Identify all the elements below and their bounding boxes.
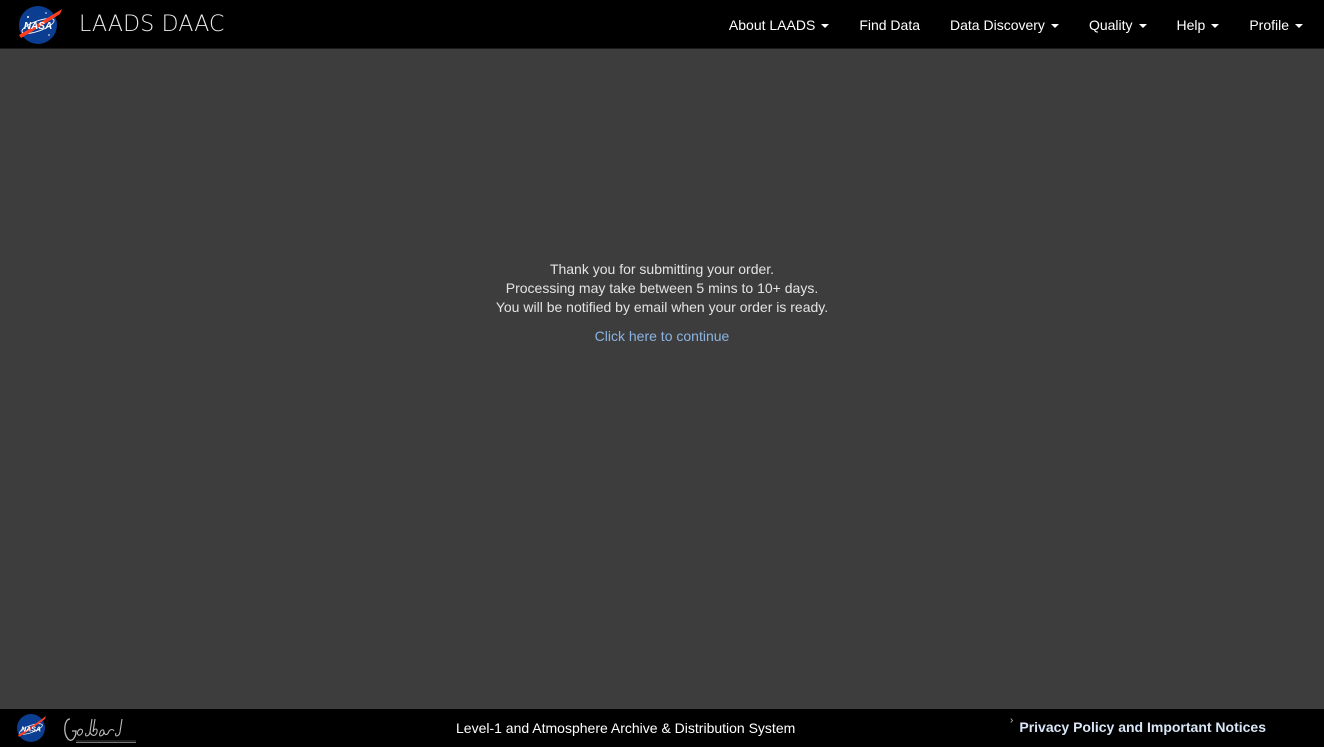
nav-help[interactable]: Help — [1162, 0, 1235, 49]
main-content: Thank you for submitting your order. Pro… — [0, 49, 1324, 709]
nav-data-discovery[interactable]: Data Discovery — [935, 0, 1074, 49]
message-line: Thank you for submitting your order. — [549, 261, 775, 277]
chevron-right-icon: › — [1010, 715, 1014, 726]
svg-text:NASA: NASA — [24, 21, 52, 32]
caret-down-icon — [1138, 23, 1147, 28]
nav-label: About LAADS — [728, 16, 816, 33]
nasa-meatball-icon[interactable]: NASA — [16, 713, 46, 743]
main-nav: About LAADS Find Data Data Discovery Qua… — [714, 0, 1318, 49]
nav-label: Profile — [1249, 16, 1289, 33]
nav-quality[interactable]: Quality — [1074, 0, 1162, 49]
message-line: You will be notified by email when your … — [495, 299, 829, 315]
privacy-policy-link[interactable]: Privacy Policy and Important Notices — [1019, 709, 1266, 745]
caret-down-icon — [1211, 23, 1220, 28]
message-line: Processing may take between 5 mins to 10… — [505, 280, 819, 296]
svg-text:NASA: NASA — [21, 727, 41, 734]
caret-down-icon — [821, 23, 830, 28]
footer-links: › Privacy Policy and Important Notices — [1010, 709, 1266, 745]
order-confirmation-message: Thank you for submitting your order. Pro… — [0, 260, 1324, 346]
caret-down-icon — [1050, 23, 1059, 28]
page-footer: NASA Level-1 and Atmosphere Archive & Di… — [0, 709, 1324, 747]
caret-down-icon — [1295, 23, 1303, 28]
top-navbar: NASA LAADS DAAC About LAADS Find Data Da… — [0, 0, 1324, 49]
continue-link[interactable]: Click here to continue — [595, 327, 730, 346]
nasa-meatball-icon: NASA — [19, 6, 62, 44]
footer-system-name: Level-1 and Atmosphere Archive & Distrib… — [456, 720, 796, 736]
nav-find-data[interactable]: Find Data — [844, 0, 935, 49]
nav-label: Help — [1176, 16, 1206, 33]
nav-profile[interactable]: Profile — [1234, 0, 1318, 49]
nav-about-laads[interactable]: About LAADS — [714, 0, 844, 49]
goddard-logo-icon[interactable] — [62, 713, 140, 745]
nav-label: Find Data — [859, 16, 921, 33]
brand-home-link[interactable]: NASA LAADS DAAC — [16, 5, 225, 45]
nav-label: Quality — [1088, 16, 1133, 33]
nav-label: Data Discovery — [950, 16, 1045, 33]
site-title: LAADS DAAC — [79, 12, 225, 37]
